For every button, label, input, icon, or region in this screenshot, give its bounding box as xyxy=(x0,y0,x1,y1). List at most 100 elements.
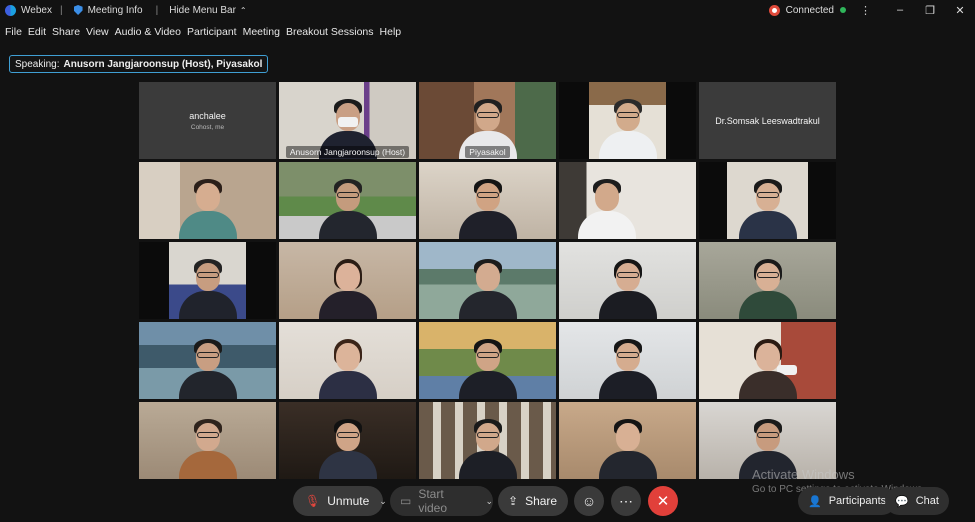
participants-button[interactable]: 👤 Participants xyxy=(798,487,897,515)
participant-video xyxy=(317,337,379,399)
participant-video xyxy=(737,257,799,319)
hide-menu-bar-label: Hide Menu Bar xyxy=(169,4,236,16)
participant-role: Cohost, me xyxy=(190,123,225,131)
reactions-button[interactable]: ☺ xyxy=(574,486,604,516)
menu-breakout-sessions[interactable]: Breakout Sessions xyxy=(286,26,374,38)
start-video-button[interactable]: ▭ Start video ⌄ xyxy=(390,486,493,516)
name-tag: Anusorn Jangjaroonsup (Host) xyxy=(279,146,416,158)
participant-video xyxy=(177,417,239,479)
connected-dot-icon xyxy=(840,7,846,13)
video-tile[interactable] xyxy=(139,402,276,479)
participant-video xyxy=(597,417,659,479)
connection-icon xyxy=(768,4,780,16)
name-tag: Piyasakol xyxy=(419,146,556,158)
video-tile[interactable] xyxy=(419,242,556,319)
app-name: Webex xyxy=(21,4,52,16)
title-divider: | xyxy=(59,4,63,16)
webex-meeting-window: Webex | Meeting Info | Hide Menu Bar ⌃ Co… xyxy=(0,0,975,522)
start-video-label: Start video xyxy=(418,487,448,515)
participant-video xyxy=(317,417,379,479)
participant-video xyxy=(597,97,659,159)
hide-menu-bar-button[interactable]: Hide Menu Bar ⌃ xyxy=(169,5,246,16)
ellipsis-icon: ⋯ xyxy=(619,492,633,509)
chevron-up-icon: ⌃ xyxy=(239,5,247,15)
connection-status: Connected xyxy=(785,4,834,16)
participant-name: Dr.Somsak Leeswadtrakul xyxy=(715,115,820,126)
participant-video xyxy=(597,337,659,399)
share-button[interactable]: ⇪ Share xyxy=(498,486,568,516)
participant-video xyxy=(317,257,379,319)
participants-label: Participants xyxy=(828,495,887,507)
smiley-icon: ☺ xyxy=(581,493,597,509)
share-icon: ⇪ xyxy=(508,494,519,508)
video-tile[interactable] xyxy=(279,162,416,239)
menu-participant[interactable]: Participant xyxy=(187,26,237,38)
menu-edit[interactable]: Edit xyxy=(28,26,46,38)
menu-bar: File Edit Share View Audio & Video Parti… xyxy=(0,24,402,40)
video-tile[interactable] xyxy=(279,322,416,399)
video-tile[interactable] xyxy=(279,242,416,319)
menu-meeting[interactable]: Meeting xyxy=(243,26,280,38)
participant-video xyxy=(177,177,239,239)
video-camera-icon: ▭ xyxy=(400,494,412,508)
unmute-label: Unmute xyxy=(327,494,370,508)
meeting-info-button[interactable]: Meeting Info xyxy=(88,5,143,16)
close-window-button[interactable]: ✕ xyxy=(945,4,975,17)
video-tile[interactable] xyxy=(279,402,416,479)
video-tile[interactable] xyxy=(139,242,276,319)
chevron-down-icon[interactable]: ⌄ xyxy=(485,496,493,507)
speaking-names: Anusorn Jangjaroonsup (Host), Piyasakol xyxy=(63,58,263,70)
more-options-button[interactable]: ⋮ xyxy=(860,4,871,17)
video-tile[interactable] xyxy=(699,162,836,239)
participant-name: anchalee xyxy=(189,110,226,121)
speaking-label: Speaking: xyxy=(15,58,60,70)
chat-bubble-icon: 💬 xyxy=(895,495,909,508)
video-tile-somsak[interactable]: Dr.Somsak Leeswadtrakul xyxy=(699,82,836,159)
participant-video xyxy=(597,257,659,319)
participant-video xyxy=(177,257,239,319)
participant-video xyxy=(737,177,799,239)
share-label: Share xyxy=(525,494,558,508)
menu-view[interactable]: View xyxy=(86,26,109,38)
video-tile[interactable] xyxy=(139,322,276,399)
menu-help[interactable]: Help xyxy=(380,26,402,38)
chevron-down-icon[interactable]: ⌄ xyxy=(379,496,387,507)
minimize-button[interactable]: – xyxy=(885,4,915,16)
restore-button[interactable]: ❐ xyxy=(915,4,945,17)
participant-video xyxy=(177,337,239,399)
menu-share[interactable]: Share xyxy=(52,26,80,38)
video-tile[interactable] xyxy=(559,402,696,479)
participant-video xyxy=(457,257,519,319)
video-tile[interactable] xyxy=(699,242,836,319)
speaking-indicator: Speaking: Anusorn Jangjaroonsup (Host), … xyxy=(9,55,269,73)
microphone-muted-icon: 🎙 xyxy=(305,494,321,508)
participant-video xyxy=(457,177,519,239)
more-options-button[interactable]: ⋯ xyxy=(611,486,641,516)
video-tile[interactable] xyxy=(699,322,836,399)
video-tile[interactable] xyxy=(559,322,696,399)
participant-video xyxy=(576,177,638,239)
video-tile[interactable] xyxy=(559,242,696,319)
chat-button[interactable]: 💬 Chat xyxy=(885,487,949,515)
video-tile[interactable] xyxy=(139,162,276,239)
participant-video xyxy=(317,177,379,239)
participant-video xyxy=(457,417,519,479)
menu-audio-video[interactable]: Audio & Video xyxy=(115,26,181,38)
video-tile-piyasakol[interactable]: Piyasakol xyxy=(419,82,556,159)
title-divider: | xyxy=(155,4,159,16)
leave-meeting-button[interactable]: ✕ xyxy=(648,486,678,516)
video-tile[interactable] xyxy=(559,82,696,159)
video-tile[interactable] xyxy=(419,402,556,479)
unmute-button[interactable]: 🎙 Unmute ⌄ xyxy=(293,486,387,516)
close-icon: ✕ xyxy=(656,493,670,510)
title-bar: Webex | Meeting Info | Hide Menu Bar ⌃ Co… xyxy=(0,0,975,20)
video-tile[interactable] xyxy=(419,322,556,399)
shield-icon xyxy=(73,5,83,15)
watermark-title: Activate Windows xyxy=(752,467,855,482)
video-tile-anchalee[interactable]: anchalee Cohost, me xyxy=(139,82,276,159)
video-tile-host[interactable]: Anusorn Jangjaroonsup (Host) xyxy=(279,82,416,159)
menu-file[interactable]: File xyxy=(5,26,22,38)
video-tile[interactable] xyxy=(419,162,556,239)
person-icon: 👤 xyxy=(808,495,822,508)
video-tile[interactable] xyxy=(559,162,696,239)
